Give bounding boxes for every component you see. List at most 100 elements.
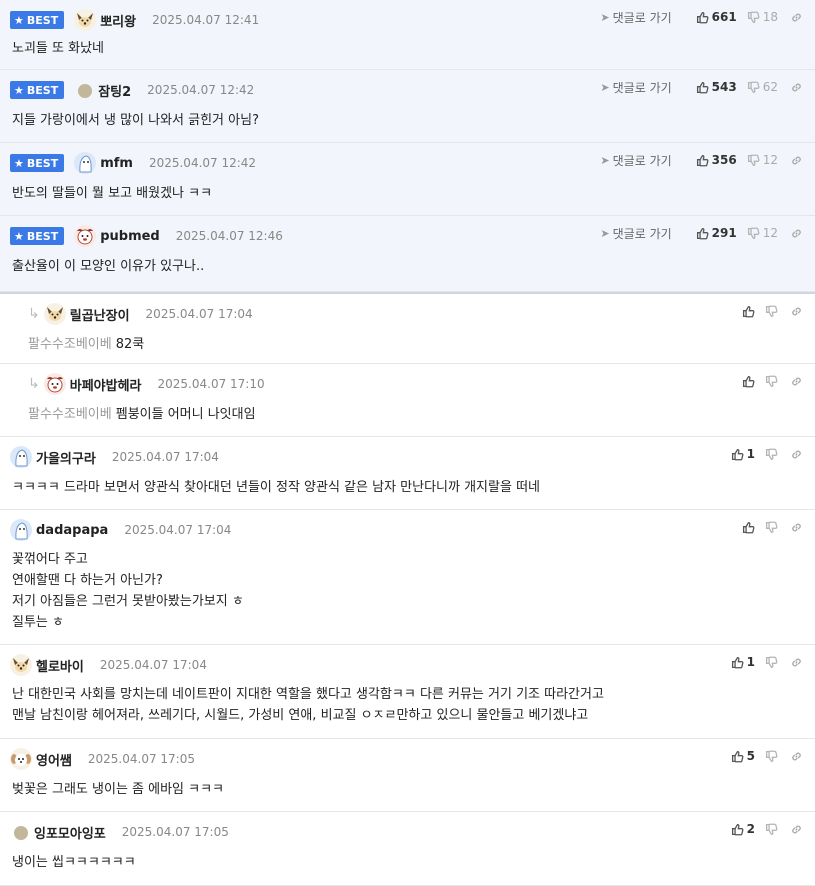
send-icon: ➤ [600, 153, 610, 167]
upvote-count: 1 [746, 655, 755, 669]
goto-reply-button[interactable]: ➤ 댓글로 가기 [600, 225, 671, 242]
blue-ghost-avatar[interactable] [10, 519, 32, 541]
upvote-count: 291 [711, 226, 737, 240]
author-nickname[interactable]: 릴곱난장이 [70, 305, 130, 324]
best-badge: ★ BEST [10, 154, 65, 172]
reply-arrow-icon: ↳ [28, 376, 40, 392]
upvote-button[interactable] [742, 305, 755, 318]
downvote-button[interactable]: 62 [747, 80, 778, 94]
share-link-button[interactable] [790, 11, 803, 24]
author-nickname[interactable]: 영어쌤 [36, 750, 72, 769]
default-dot-avatar[interactable] [14, 825, 28, 840]
author-nickname[interactable]: mfm [100, 156, 133, 171]
dog-cream-avatar[interactable] [43, 303, 66, 325]
downvote-button[interactable]: 18 [747, 10, 778, 24]
thumbs-up-icon [731, 823, 744, 836]
goto-reply-button[interactable]: ➤ 댓글로 가기 [600, 152, 671, 169]
downvote-button[interactable] [765, 448, 778, 461]
comment-date: 2025.04.07 12:41 [152, 13, 260, 27]
author-nickname[interactable]: 가을의구라 [36, 448, 96, 467]
downvote-button[interactable] [765, 521, 778, 534]
dog-cream-avatar[interactable] [10, 654, 32, 676]
goto-label: 댓글로 가기 [612, 10, 672, 25]
share-link-button[interactable] [790, 448, 803, 461]
upvote-button[interactable]: 1 [731, 447, 755, 461]
share-link-button[interactable] [790, 521, 803, 534]
thumbs-up-icon [742, 375, 755, 388]
upvote-button[interactable]: 5 [731, 749, 755, 763]
author-nickname[interactable]: 헬로바이 [36, 656, 84, 675]
red-dog-avatar[interactable] [43, 373, 66, 395]
thumbs-down-icon [765, 305, 778, 318]
share-link-button[interactable] [790, 656, 803, 669]
comment-actions: 5 [721, 745, 803, 767]
goto-reply-button[interactable]: ➤ 댓글로 가기 [600, 9, 671, 26]
comment-date: 2025.04.07 12:46 [175, 229, 283, 243]
mention[interactable]: 팔수수조베이베 [28, 337, 112, 352]
comment-line: 저기 아짐들은 그런거 못받아봤는가보지 ㅎ [12, 594, 244, 609]
comment-line: 노괴들 또 화났네 [12, 41, 104, 56]
share-link-button[interactable] [790, 823, 803, 836]
comment-line: 반도의 딸들이 뭘 보고 배웠겠나 ㅋㅋ [12, 186, 213, 201]
comment-line: 펨붕이들 어머니 나잇대임 [115, 407, 256, 422]
downvote-button[interactable]: 12 [747, 226, 778, 240]
dog-cream-avatar[interactable] [74, 9, 97, 31]
best-comment: ★ BEST pubmed 2025.04.07 12:46 출산율이 이 모양인 이유… [0, 216, 815, 292]
downvote-button[interactable] [765, 656, 778, 669]
blue-ghost-avatar[interactable] [10, 446, 32, 468]
upvote-button[interactable]: 356 [696, 153, 737, 167]
upvote-button[interactable]: 2 [731, 822, 755, 836]
best-badge: ★ BEST [10, 81, 65, 99]
author-nickname[interactable]: 잉포모아잉포 [34, 823, 106, 842]
thumbs-up-icon [696, 227, 709, 240]
comment-body: ㅋㅋㅋㅋ 드라마 보면서 양관식 찾아대던 년들이 정작 양관식 같은 남자 만… [12, 477, 540, 498]
share-link-button[interactable] [790, 81, 803, 94]
author-nickname[interactable]: dadapapa [36, 523, 108, 538]
upvote-button[interactable]: 291 [696, 226, 737, 240]
comment-actions [732, 300, 803, 322]
comment-line: 벚꽃은 그래도 냉이는 좀 에바임 ㅋㅋㅋ [12, 782, 225, 797]
comment-header: 가을의구라 2025.04.07 17:04 [10, 445, 219, 469]
share-link-button[interactable] [790, 154, 803, 167]
share-link-button[interactable] [790, 750, 803, 763]
author-nickname[interactable]: 뽀리왕 [100, 11, 136, 30]
comment-actions: ➤ 댓글로 가기 291 12 [600, 222, 803, 244]
downvote-count: 18 [762, 10, 778, 24]
upvote-button[interactable]: 1 [731, 655, 755, 669]
downvote-button[interactable] [765, 750, 778, 763]
comment-date: 2025.04.07 17:10 [157, 377, 265, 391]
comment-header: 잉포모아잉포 2025.04.07 17:05 [10, 820, 229, 844]
author-nickname[interactable]: 잠팅2 [98, 81, 131, 100]
upvote-button[interactable]: 543 [696, 80, 737, 94]
downvote-button[interactable]: 12 [747, 153, 778, 167]
downvote-button[interactable] [765, 375, 778, 388]
comment-date: 2025.04.07 17:04 [111, 450, 219, 464]
goto-reply-button[interactable]: ➤ 댓글로 가기 [600, 79, 671, 96]
reply-arrow-icon: ↳ [28, 306, 40, 322]
share-link-button[interactable] [790, 375, 803, 388]
author-nickname[interactable]: pubmed [100, 229, 160, 244]
thumbs-down-icon [765, 448, 778, 461]
upvote-button[interactable] [742, 521, 755, 534]
share-link-button[interactable] [790, 305, 803, 318]
thumbs-up-icon [742, 305, 755, 318]
best-comment: ★ BEST mfm 2025.04.07 12:42 반도의 딸들이 뭘 보고 배웠겠… [0, 143, 815, 216]
comment-actions [732, 516, 803, 538]
upvote-button[interactable]: 661 [696, 10, 737, 24]
blue-ghost-avatar[interactable] [74, 152, 97, 174]
comment-header: ↳ 바페야밥헤라 2025.04.07 17:10 [28, 372, 265, 396]
downvote-button[interactable] [765, 823, 778, 836]
downvote-button[interactable] [765, 305, 778, 318]
thumbs-up-icon [731, 448, 744, 461]
link-icon [790, 448, 803, 461]
comment: 영어쌤 2025.04.07 17:05 벚꽃은 그래도 냉이는 좀 에바임 ㅋㅋㅋ… [0, 739, 815, 812]
share-link-button[interactable] [790, 227, 803, 240]
puppy-avatar[interactable] [10, 748, 32, 770]
comment-line: 82쿡 [115, 337, 145, 352]
upvote-button[interactable] [742, 375, 755, 388]
author-nickname[interactable]: 바페야밥헤라 [70, 375, 142, 394]
downvote-count: 12 [762, 226, 778, 240]
mention[interactable]: 팔수수조베이베 [28, 407, 112, 422]
default-dot-avatar[interactable] [78, 83, 93, 98]
red-dog-avatar[interactable] [74, 225, 97, 247]
